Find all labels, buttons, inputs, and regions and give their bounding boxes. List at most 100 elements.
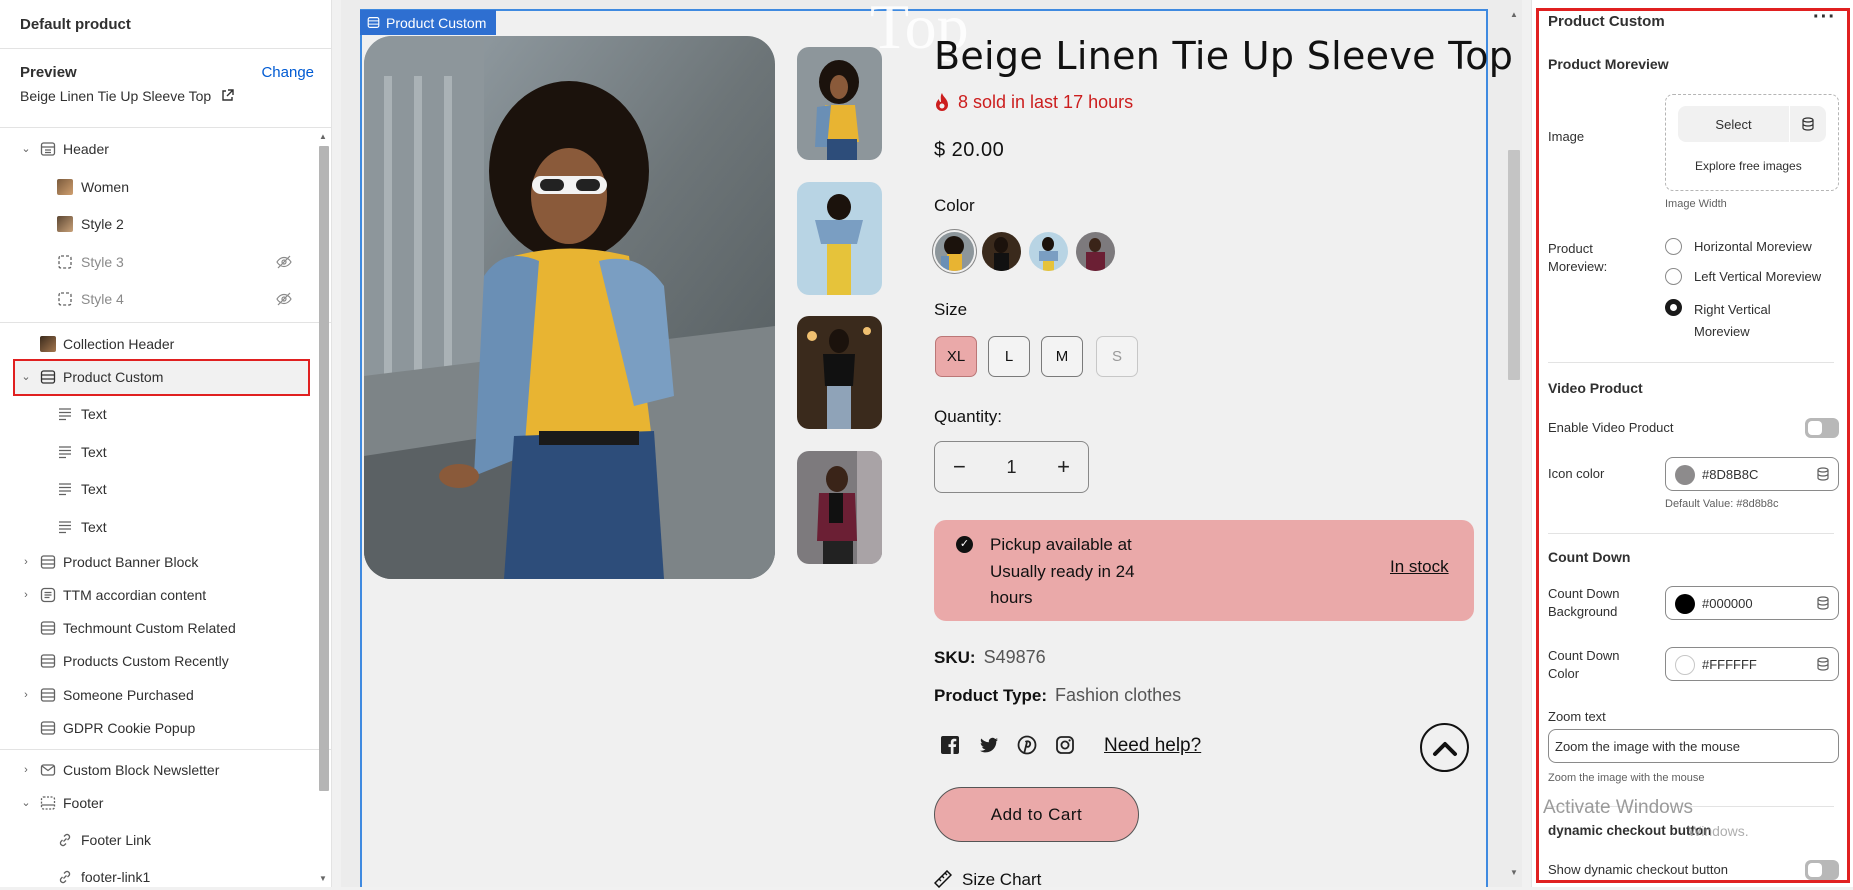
color-swatch-dot[interactable] bbox=[1675, 594, 1695, 614]
block-item-label: Women bbox=[81, 179, 129, 195]
facebook-icon[interactable] bbox=[940, 735, 960, 755]
explore-free-images-link[interactable]: Explore free images bbox=[1695, 159, 1802, 173]
block-item-footer-link1[interactable]: footer-link1 bbox=[0, 862, 312, 887]
section-tag[interactable]: Product Custom bbox=[360, 10, 497, 35]
in-stock-link[interactable]: In stock bbox=[1390, 557, 1449, 577]
plus-icon[interactable]: + bbox=[1057, 454, 1070, 480]
block-item-footer-link[interactable]: Footer Link bbox=[0, 825, 312, 855]
block-item-label: Footer Link bbox=[81, 832, 152, 848]
block-item-label: Text bbox=[81, 444, 107, 460]
block-item-text[interactable]: Text bbox=[0, 512, 312, 542]
section-item-products-recently[interactable]: Products Custom Recently bbox=[0, 646, 312, 676]
block-item-label: Style 3 bbox=[81, 254, 124, 270]
twitter-icon[interactable] bbox=[979, 735, 999, 755]
quantity-label: Quantity: bbox=[934, 407, 1003, 426]
size-chart-label: Size Chart bbox=[962, 870, 1042, 889]
zoom-text-input[interactable]: Zoom the image with the mouse bbox=[1548, 729, 1839, 763]
eye-off-icon[interactable] bbox=[276, 254, 292, 270]
eye-off-icon[interactable] bbox=[276, 291, 292, 307]
scroll-down-arrow-icon[interactable]: ▼ bbox=[319, 874, 327, 883]
size-option-l[interactable]: L bbox=[988, 336, 1030, 377]
product-thumbnail[interactable] bbox=[797, 182, 882, 295]
section-item-product-custom[interactable]: ⌄ Product Custom bbox=[0, 362, 312, 392]
size-option-xl[interactable]: XL bbox=[935, 336, 977, 377]
section-item-techmount-related[interactable]: Techmount Custom Related bbox=[0, 613, 312, 643]
sidebar-scrollbar[interactable] bbox=[319, 146, 329, 791]
canvas-scrollbar[interactable] bbox=[1508, 150, 1520, 380]
section-item-gdpr-popup[interactable]: GDPR Cookie Popup bbox=[0, 713, 312, 743]
section-item-custom-newsletter[interactable]: › Custom Block Newsletter bbox=[0, 755, 312, 785]
block-item-women[interactable]: Women bbox=[0, 172, 312, 202]
radio-right-vertical[interactable] bbox=[1665, 299, 1682, 316]
product-title: Beige Linen Tie Up Sleeve Top bbox=[934, 34, 1514, 78]
change-preview-link[interactable]: Change bbox=[261, 64, 314, 81]
scroll-down-arrow-icon[interactable]: ▼ bbox=[1510, 868, 1518, 877]
zoom-help-text: Zoom the image with the mouse bbox=[1548, 772, 1705, 784]
scroll-to-top-button[interactable] bbox=[1420, 723, 1469, 772]
chevron-down-icon[interactable]: ⌄ bbox=[20, 143, 32, 155]
radio-left-vertical[interactable] bbox=[1665, 268, 1682, 285]
section-item-footer[interactable]: ⌄ Footer bbox=[0, 788, 312, 818]
countdown-color-field[interactable]: #FFFFFF bbox=[1665, 647, 1839, 681]
section-item-label: Collection Header bbox=[63, 336, 175, 352]
enable-video-toggle[interactable] bbox=[1805, 418, 1839, 438]
need-help-link[interactable]: Need help? bbox=[1104, 735, 1201, 757]
size-chart-link[interactable]: Size Chart bbox=[934, 870, 1041, 890]
color-swatch-dot[interactable] bbox=[1675, 655, 1695, 675]
section-item-collection-header[interactable]: Collection Header bbox=[0, 329, 312, 359]
section-item-label: Product Banner Block bbox=[63, 554, 199, 570]
scroll-up-arrow-icon[interactable]: ▲ bbox=[319, 132, 327, 141]
color-swatch[interactable] bbox=[935, 232, 974, 271]
quantity-value[interactable]: 1 bbox=[1006, 457, 1016, 478]
countdown-bg-field[interactable]: #000000 bbox=[1665, 586, 1839, 620]
icon-color-field[interactable]: #8D8B8C bbox=[1665, 457, 1839, 491]
database-icon[interactable] bbox=[1816, 657, 1830, 671]
dynamic-source-button[interactable] bbox=[1790, 106, 1826, 142]
more-options-icon[interactable]: ··· bbox=[1813, 6, 1836, 29]
chevron-down-icon[interactable]: ⌄ bbox=[20, 797, 32, 809]
chevron-right-icon[interactable]: › bbox=[20, 689, 32, 701]
block-item-text[interactable]: Text bbox=[0, 437, 312, 467]
section-item-ttm-accordian[interactable]: › TTM accordian content bbox=[0, 580, 312, 610]
block-item-style-4[interactable]: Style 4 bbox=[0, 284, 312, 314]
add-to-cart-button[interactable]: Add to Cart bbox=[934, 787, 1139, 842]
product-thumbnail[interactable] bbox=[797, 316, 882, 429]
product-thumbnail[interactable] bbox=[797, 451, 882, 564]
color-value: #000000 bbox=[1702, 596, 1753, 611]
select-image-button[interactable]: Select bbox=[1678, 106, 1789, 142]
chevron-right-icon[interactable]: › bbox=[20, 589, 32, 601]
instagram-icon[interactable] bbox=[1055, 735, 1075, 755]
pinterest-icon[interactable] bbox=[1017, 735, 1037, 755]
product-thumbnail[interactable] bbox=[797, 47, 882, 160]
color-value: #8D8B8C bbox=[1702, 467, 1759, 482]
divider bbox=[0, 48, 331, 49]
radio-horizontal[interactable] bbox=[1665, 238, 1682, 255]
database-icon[interactable] bbox=[1816, 596, 1830, 610]
size-option-m[interactable]: M bbox=[1041, 336, 1083, 377]
preview-product-name[interactable]: Beige Linen Tie Up Sleeve Top bbox=[20, 88, 234, 104]
dynamic-checkout-toggle[interactable] bbox=[1805, 860, 1839, 880]
block-item-style-2[interactable]: Style 2 bbox=[0, 209, 312, 239]
color-swatch[interactable] bbox=[1076, 232, 1115, 271]
radio-label: Right Vertical Moreview bbox=[1694, 302, 1771, 339]
scroll-up-arrow-icon[interactable]: ▲ bbox=[1510, 10, 1518, 19]
chevron-right-icon[interactable]: › bbox=[20, 556, 32, 568]
section-item-someone-purchased[interactable]: › Someone Purchased bbox=[0, 680, 312, 710]
color-label: Color bbox=[934, 196, 975, 215]
block-item-text[interactable]: Text bbox=[0, 399, 312, 429]
color-swatch[interactable] bbox=[982, 232, 1021, 271]
block-item-text[interactable]: Text bbox=[0, 474, 312, 504]
pickup-text: Pickup available at Usually ready in 24 … bbox=[990, 535, 1135, 607]
color-swatch-dot[interactable] bbox=[1675, 465, 1695, 485]
moreview-label: Product Moreview: bbox=[1548, 241, 1608, 274]
minus-icon[interactable]: − bbox=[953, 454, 966, 480]
section-item-header[interactable]: ⌄ Header bbox=[0, 134, 312, 164]
product-main-image[interactable] bbox=[364, 36, 775, 579]
database-icon[interactable] bbox=[1816, 467, 1830, 481]
size-option-s[interactable]: S bbox=[1096, 336, 1138, 377]
section-item-product-banner-block[interactable]: › Product Banner Block bbox=[0, 547, 312, 577]
chevron-right-icon[interactable]: › bbox=[20, 764, 32, 776]
block-item-style-3[interactable]: Style 3 bbox=[0, 247, 312, 277]
chevron-down-icon[interactable]: ⌄ bbox=[20, 371, 32, 383]
color-swatch[interactable] bbox=[1029, 232, 1068, 271]
